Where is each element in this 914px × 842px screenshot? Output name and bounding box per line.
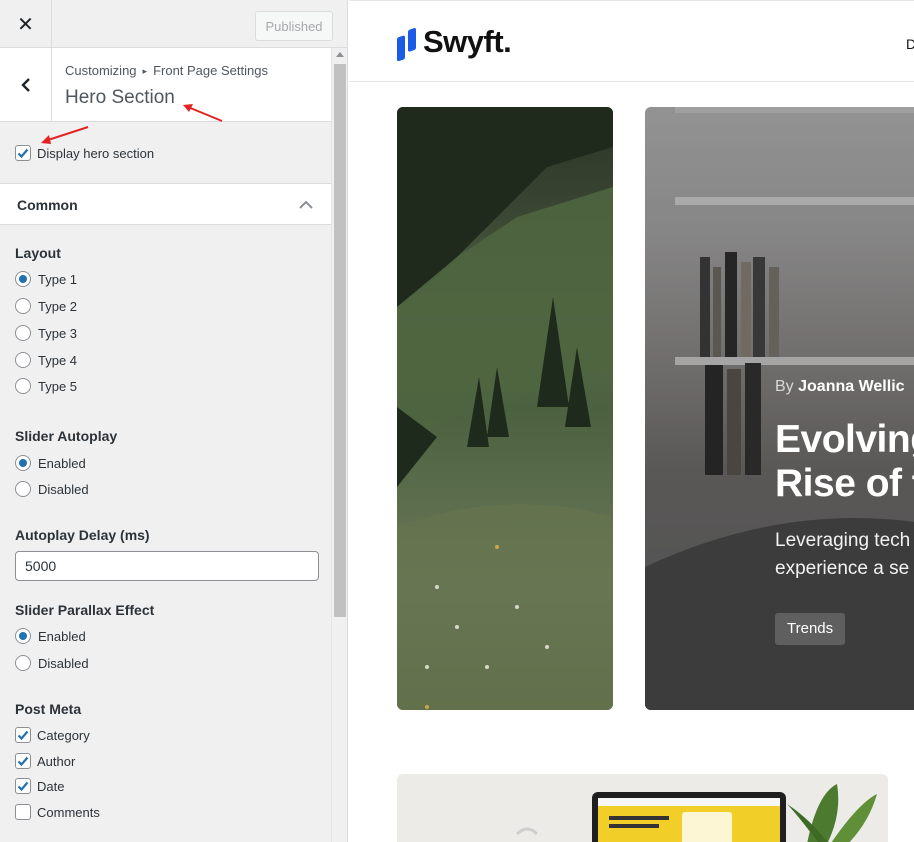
post-meta-option-label: Category: [37, 727, 90, 743]
section-header: Customizing ▸ Front Page Settings Hero Sec…: [0, 48, 331, 122]
post-meta-option-label: Author: [37, 753, 76, 769]
radio-button[interactable]: [15, 271, 31, 287]
layout-label: Layout: [15, 245, 61, 261]
section-title: Hero Section: [65, 87, 175, 108]
checkbox[interactable]: [15, 753, 31, 769]
chevron-left-icon: [20, 78, 30, 92]
close-customizer-button[interactable]: ✕: [0, 0, 52, 48]
layout-option[interactable]: Type 4: [15, 352, 77, 368]
hero-title[interactable]: Evolving Rise of t: [775, 418, 914, 506]
swyft-logo-icon[interactable]: [396, 25, 418, 61]
autoplay-delay-label: Autoplay Delay (ms): [15, 527, 150, 543]
checkbox[interactable]: [15, 778, 31, 794]
breadcrumb-root: Customizing: [65, 63, 137, 78]
post-meta-option-label: Comments: [37, 804, 100, 820]
publish-button[interactable]: Published: [255, 11, 333, 41]
slider-autoplay-option-label: Enabled: [38, 455, 86, 471]
radio-button[interactable]: [15, 628, 31, 644]
radio-button[interactable]: [15, 352, 31, 368]
sidebar-scrollbar[interactable]: [331, 48, 347, 842]
slider-autoplay-label: Slider Autoplay: [15, 428, 118, 444]
slider-autoplay-option[interactable]: Enabled: [15, 455, 86, 471]
layout-option-label: Type 1: [38, 271, 78, 287]
layout-option[interactable]: Type 1: [15, 271, 77, 287]
scrollbar-thumb[interactable]: [334, 64, 346, 617]
post-card-image[interactable]: [397, 774, 888, 842]
breadcrumb: Customizing ▸ Front Page Settings: [65, 63, 268, 78]
breadcrumb-parent: Front Page Settings: [153, 63, 268, 78]
post-meta-option[interactable]: Comments: [15, 804, 100, 820]
layout-option[interactable]: Type 3: [15, 325, 77, 341]
byline-author[interactable]: Joanna Wellic: [798, 378, 904, 395]
layout-option-label: Type 4: [38, 352, 78, 368]
annotation-arrow-icon: [41, 126, 89, 144]
slider-parallax-option-label: Enabled: [38, 628, 86, 644]
hero-title-line: Rise of t: [775, 462, 914, 505]
post-meta-option-label: Date: [37, 778, 65, 794]
common-panel-label: Common: [17, 197, 78, 213]
post-meta-option[interactable]: Category: [15, 727, 90, 743]
slider-parallax-option[interactable]: Disabled: [15, 655, 89, 671]
hero-excerpt: Leveraging tech experience a se: [775, 527, 914, 583]
radio-button[interactable]: [15, 378, 31, 394]
radio-button[interactable]: [15, 325, 31, 341]
slider-parallax-option-label: Disabled: [38, 655, 89, 671]
post-meta-label: Post Meta: [15, 701, 82, 717]
slider-parallax-option[interactable]: Enabled: [15, 628, 86, 644]
slider-autoplay-option-label: Disabled: [38, 481, 89, 497]
byline-prefix: By: [775, 378, 794, 395]
desk-laptop-illustration: [397, 774, 888, 842]
customizer-topbar: ✕ Published: [0, 0, 347, 48]
display-hero-checkbox[interactable]: [15, 145, 31, 161]
layout-option-label: Type 5: [38, 378, 78, 394]
scroll-up-arrow-icon[interactable]: [336, 52, 344, 57]
common-panel-toggle[interactable]: Common: [0, 183, 331, 225]
slider-parallax-label: Slider Parallax Effect: [15, 602, 155, 618]
post-meta-option[interactable]: Author: [15, 753, 75, 769]
checkmark-icon: [17, 781, 29, 792]
site-header: Swyft. D: [349, 0, 914, 82]
hero-title-line: Evolving: [775, 418, 914, 461]
chevron-up-icon: [299, 200, 313, 209]
checkbox[interactable]: [15, 727, 31, 743]
layout-option-label: Type 2: [38, 298, 78, 314]
hero-excerpt-line: experience a se: [775, 558, 910, 579]
autoplay-delay-input[interactable]: 5000: [15, 551, 319, 581]
hero-excerpt-line: Leveraging tech: [775, 530, 911, 551]
layout-option-label: Type 3: [38, 325, 78, 341]
site-preview: Swyft. D By Joanna Wellic Evolvin Rise o…: [349, 0, 914, 842]
layout-option[interactable]: Type 2: [15, 298, 77, 314]
radio-button[interactable]: [15, 455, 31, 471]
radio-button[interactable]: [15, 298, 31, 314]
checkmark-icon: [17, 148, 29, 159]
checkmark-icon: [17, 756, 29, 767]
checkbox[interactable]: [15, 804, 31, 820]
breadcrumb-separator: ▸: [142, 66, 148, 76]
slider-autoplay-option[interactable]: Disabled: [15, 481, 89, 497]
hero-category-tag[interactable]: Trends: [775, 613, 846, 645]
nav-item[interactable]: D: [906, 36, 914, 52]
hero-slide-mountain-image[interactable]: [397, 107, 613, 710]
hero-byline: By Joanna Wellic: [775, 378, 905, 396]
back-button[interactable]: [0, 48, 52, 122]
radio-button[interactable]: [15, 481, 31, 497]
post-meta-option[interactable]: Date: [15, 778, 64, 794]
layout-option[interactable]: Type 5: [15, 378, 77, 394]
mountain-forest-illustration: [397, 107, 613, 710]
radio-button[interactable]: [15, 655, 31, 671]
site-logo-text[interactable]: Swyft.: [423, 24, 512, 60]
annotation-arrow-icon: [183, 104, 223, 122]
checkmark-icon: [17, 730, 29, 741]
